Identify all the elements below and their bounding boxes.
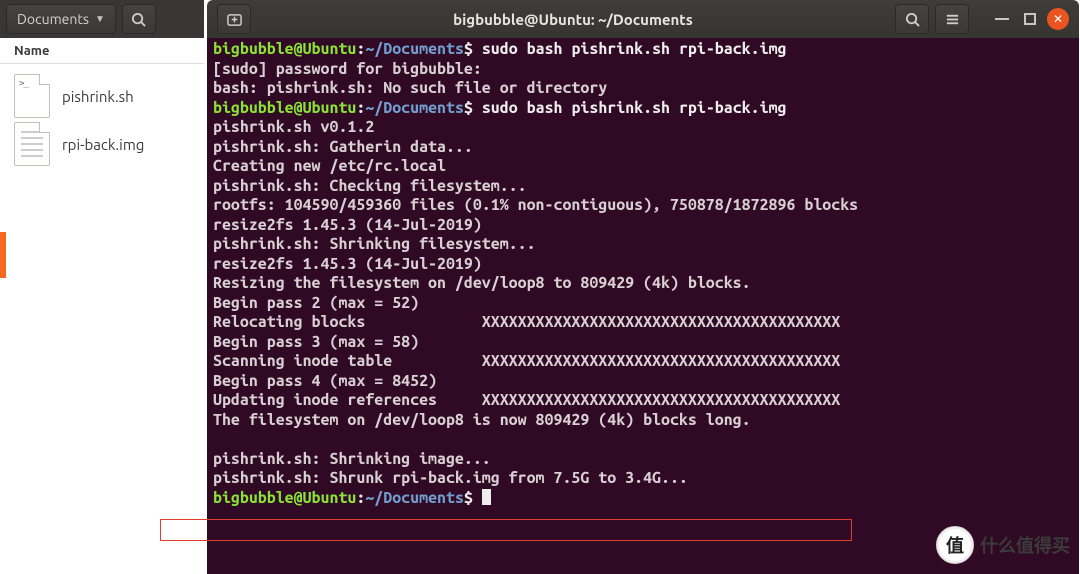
term-line: rootfs: 104590/459360 files (0.1% non-co… (213, 196, 858, 214)
file-manager: Documents ▼ Name pishrink.sh rpi-back.im… (0, 0, 204, 574)
new-tab-icon (227, 12, 242, 27)
new-tab-button[interactable] (217, 4, 251, 34)
search-button[interactable] (122, 4, 156, 34)
menu-button[interactable] (935, 4, 969, 34)
prompt-colon: : (356, 99, 365, 117)
command-text: sudo bash pishrink.sh rpi-back.img (482, 99, 787, 117)
minimize-button[interactable] (991, 8, 1013, 30)
prompt-colon: : (356, 40, 365, 58)
prompt-symbol: $ (464, 489, 473, 507)
term-line: pishrink.sh: Shrunk rpi-back.img from 7.… (213, 469, 688, 487)
term-line: pishrink.sh: Shrinking filesystem... (213, 235, 536, 253)
file-script-icon (14, 74, 50, 118)
terminal-window: bigbubble@Ubuntu: ~/Documents ✕ bigbubbl… (207, 0, 1079, 574)
term-line: Relocating blocks XXXXXXXXXXXXXXXXXXXXXX… (213, 313, 840, 331)
column-header-name[interactable]: Name (0, 38, 204, 64)
prompt-symbol: $ (464, 40, 473, 58)
term-line: Creating new /etc/rc.local (213, 157, 446, 175)
term-line: pishrink.sh: Checking filesystem... (213, 177, 527, 195)
activity-indicator (0, 232, 6, 278)
minimize-icon (995, 18, 1009, 20)
prompt-symbol: $ (464, 99, 473, 117)
term-line: pishrink.sh: Gatherin data... (213, 138, 473, 156)
close-button[interactable]: ✕ (1047, 8, 1069, 30)
command-text: sudo bash pishrink.sh rpi-back.img (482, 40, 787, 58)
term-line: Resizing the filesystem on /dev/loop8 to… (213, 274, 751, 292)
prompt-path: ~/Documents (365, 99, 464, 117)
term-line: [sudo] password for bigbubble: (213, 60, 482, 78)
term-line: Updating inode references XXXXXXXXXXXXXX… (213, 391, 840, 409)
cursor (482, 489, 491, 505)
prompt-path: ~/Documents (365, 489, 464, 507)
file-item[interactable]: pishrink.sh (10, 72, 194, 120)
terminal-output[interactable]: bigbubble@Ubuntu:~/Documents$ sudo bash … (207, 38, 1079, 574)
term-line: resize2fs 1.45.3 (14-Jul-2019) (213, 255, 482, 273)
maximize-icon (1024, 13, 1036, 25)
breadcrumb[interactable]: Documents ▼ (6, 4, 116, 34)
prompt-colon: : (356, 489, 365, 507)
watermark-badge: 值 (936, 526, 974, 564)
term-line: The filesystem on /dev/loop8 is now 8094… (213, 411, 751, 429)
term-line: pishrink.sh: Shrinking image... (213, 450, 491, 468)
watermark-text: 什么值得买 (980, 532, 1070, 558)
term-line: Begin pass 4 (max = 8452) (213, 372, 437, 390)
chevron-down-icon: ▼ (95, 13, 105, 25)
titlebar: bigbubble@Ubuntu: ~/Documents ✕ (207, 0, 1079, 38)
file-name: pishrink.sh (62, 88, 134, 105)
file-text-icon (14, 122, 50, 166)
hamburger-icon (945, 12, 960, 27)
file-manager-header: Documents ▼ (0, 0, 204, 38)
window-title: bigbubble@Ubuntu: ~/Documents (257, 11, 889, 28)
search-icon (131, 12, 146, 27)
term-line: pishrink.sh v0.1.2 (213, 118, 374, 136)
prompt-userhost: bigbubble@Ubuntu (213, 99, 356, 117)
maximize-button[interactable] (1019, 8, 1041, 30)
term-line: Begin pass 3 (max = 58) (213, 333, 419, 351)
file-name: rpi-back.img (62, 136, 144, 153)
breadcrumb-label: Documents (17, 11, 89, 27)
search-icon (905, 12, 920, 27)
prompt-path: ~/Documents (365, 40, 464, 58)
watermark-overlay: 值 什么值得买 (936, 526, 1070, 564)
term-line: Begin pass 2 (max = 52) (213, 294, 419, 312)
close-icon: ✕ (1053, 12, 1063, 26)
term-line: bash: pishrink.sh: No such file or direc… (213, 79, 607, 97)
prompt-userhost: bigbubble@Ubuntu (213, 40, 356, 58)
term-line: Scanning inode table XXXXXXXXXXXXXXXXXXX… (213, 352, 840, 370)
search-terminal-button[interactable] (895, 4, 929, 34)
term-line: resize2fs 1.45.3 (14-Jul-2019) (213, 216, 482, 234)
prompt-userhost: bigbubble@Ubuntu (213, 489, 356, 507)
file-item[interactable]: rpi-back.img (10, 120, 194, 168)
file-list: pishrink.sh rpi-back.img (0, 64, 204, 574)
